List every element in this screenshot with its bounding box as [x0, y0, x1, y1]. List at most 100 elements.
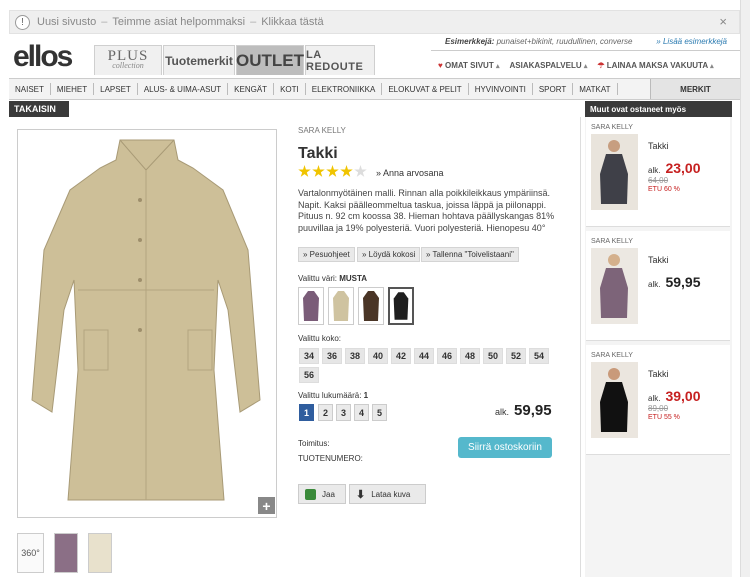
rating-stars — [298, 165, 368, 179]
menu-item-hyvinvointi[interactable]: HYVINVOINTI — [469, 83, 533, 95]
size-36[interactable]: 36 — [322, 348, 342, 364]
chevron-icon: ▴ — [710, 63, 714, 70]
recommended-item[interactable]: SARA KELLY Takki alk. 23,00 64,00 ETU 60 … — [586, 117, 730, 227]
rec-price-value: 39,00 — [665, 388, 701, 404]
notice-separator: – — [101, 16, 108, 28]
rec-image[interactable] — [591, 248, 638, 324]
close-icon[interactable]: × — [719, 14, 727, 29]
back-button[interactable]: TAKAISIN — [9, 101, 69, 117]
product-title: Takki — [298, 145, 338, 162]
menu-item-koti[interactable]: KOTI — [274, 83, 306, 95]
thumbnail-model[interactable] — [54, 533, 78, 573]
qty-3[interactable]: 3 — [336, 404, 351, 421]
size-54[interactable]: 54 — [529, 348, 549, 364]
tab-la-redoute[interactable]: LA REDOUTE — [305, 45, 375, 75]
page-scrollbar[interactable] — [740, 0, 750, 577]
more-examples-link[interactable]: » Lisää esimerkkejä — [656, 37, 727, 46]
notice-click-here-link[interactable]: Klikkaa tästä — [261, 16, 323, 28]
rec-price: alk. 39,00 — [648, 388, 701, 404]
color-swatch-black[interactable] — [388, 287, 414, 325]
find-size-button[interactable]: » Löydä kokosi — [357, 247, 421, 262]
size-56[interactable]: 56 — [299, 367, 319, 383]
share-button[interactable]: Jaa — [298, 484, 346, 504]
umbrella-icon: ☂ — [597, 61, 605, 70]
download-image-button[interactable]: ⬇ Lataa kuva — [349, 484, 426, 504]
coat-swatch-icon — [303, 291, 319, 321]
washing-instructions-button[interactable]: » Pesuohjeet — [298, 247, 355, 262]
tab-plus-sub: collection — [112, 60, 144, 70]
size-46[interactable]: 46 — [437, 348, 457, 364]
link-lainaa-label: LAINAA MAKSA VAKUUTA — [606, 61, 708, 70]
color-swatch-brown[interactable] — [358, 287, 384, 325]
rec-price: alk. 23,00 — [648, 160, 701, 176]
chevron-icon: ▴ — [495, 63, 500, 70]
rec-image[interactable] — [591, 362, 638, 438]
star-icon — [340, 165, 353, 177]
thumbnail-coat[interactable] — [88, 533, 112, 573]
rec-brand: SARA KELLY — [591, 238, 633, 245]
recommended-item[interactable]: SARA KELLY Takki alk. 59,95 — [586, 231, 730, 341]
menu-brands-button[interactable]: MERKIT — [650, 79, 740, 99]
top-links: ♥ OMAT SIVUT ▴ ASIAKASPALVELU ▴ ☂ LAINAA… — [438, 61, 748, 75]
tab-tuotemerkit[interactable]: Tuotemerkit — [163, 45, 235, 75]
tab-plus-collection[interactable]: PLUS collection — [94, 45, 162, 75]
qty-label-text: Valittu lukumäärä: — [298, 391, 362, 400]
size-50[interactable]: 50 — [483, 348, 503, 364]
qty-4[interactable]: 4 — [354, 404, 369, 421]
category-menu: NAISET MIEHET LAPSET ALUS- & UIMA-ASUT K… — [9, 78, 740, 100]
size-38[interactable]: 38 — [345, 348, 365, 364]
product-brand[interactable]: SARA KELLY — [298, 126, 346, 135]
rec-image[interactable] — [591, 134, 638, 210]
notice-separator-2: – — [250, 16, 257, 28]
color-label-text: Valittu väri: — [298, 274, 337, 283]
ellos-logo[interactable]: ellos — [13, 40, 91, 76]
qty-2[interactable]: 2 — [318, 404, 333, 421]
size-48[interactable]: 48 — [460, 348, 480, 364]
rec-price-value: 59,95 — [665, 274, 701, 290]
link-lainaa[interactable]: ☂ LAINAA MAKSA VAKUUTA ▴ — [597, 61, 713, 75]
search-field[interactable]: Esimerkkejä: punaiset+bikinit, ruudullin… — [431, 37, 741, 51]
save-wishlist-button[interactable]: » Tallenna "Toivelistaani" — [421, 247, 519, 262]
qty-1[interactable]: 1 — [299, 404, 314, 421]
menu-item-kengat[interactable]: KENGÄT — [228, 83, 275, 95]
search-examples: punaiset+bikinit, ruudullinen, converse — [496, 37, 633, 46]
menu-item-lapset[interactable]: LAPSET — [94, 83, 138, 95]
heart-icon: ♥ — [438, 61, 443, 70]
notice-new-site[interactable]: Uusi sivusto — [37, 16, 96, 28]
tab-outlet[interactable]: OUTLET — [236, 45, 304, 75]
size-52[interactable]: 52 — [506, 348, 526, 364]
add-to-cart-button[interactable]: Siirrä ostoskoriin — [458, 437, 552, 458]
chevron-icon: ▴ — [583, 63, 588, 70]
link-omat-sivut[interactable]: ♥ OMAT SIVUT ▴ — [438, 61, 499, 75]
size-34[interactable]: 34 — [299, 348, 319, 364]
zoom-button[interactable]: + — [258, 497, 275, 514]
menu-item-sport[interactable]: SPORT — [533, 83, 574, 95]
size-44[interactable]: 44 — [414, 348, 434, 364]
color-swatch-lilac[interactable] — [298, 287, 324, 325]
download-icon: ⬇ — [356, 488, 366, 501]
share-label: Jaa — [322, 489, 335, 499]
rec-discount: ETU 55 % — [648, 414, 680, 421]
rate-link[interactable]: » Anna arvosana — [376, 168, 444, 178]
menu-item-elokuvat-pelit[interactable]: ELOKUVAT & PELIT — [382, 83, 469, 95]
rec-price-prefix: alk. — [648, 394, 661, 403]
menu-item-elektroniikka[interactable]: ELEKTRONIIKKA — [306, 83, 383, 95]
tab-plus-label: PLUS — [107, 47, 149, 64]
notice-bar: ! Uusi sivusto – Teimme asiat helpommaks… — [9, 10, 740, 34]
menu-item-alus-uima-asut[interactable]: ALUS- & UIMA-ASUT — [138, 83, 229, 95]
rec-price-value: 23,00 — [665, 160, 701, 176]
product-image[interactable] — [17, 129, 277, 518]
thumbnail-360[interactable]: 360° — [17, 533, 44, 573]
size-42[interactable]: 42 — [391, 348, 411, 364]
menu-item-miehet[interactable]: MIEHET — [51, 83, 95, 95]
menu-item-matkat[interactable]: MATKAT — [573, 83, 618, 95]
sidebar-title: Muut ovat ostaneet myös — [585, 101, 732, 117]
rec-discount: ETU 60 % — [648, 186, 680, 193]
rec-price: alk. 59,95 — [648, 274, 701, 290]
size-40[interactable]: 40 — [368, 348, 388, 364]
link-asiakaspalvelu[interactable]: ASIAKASPALVELU ▴ — [509, 61, 587, 75]
menu-item-naiset[interactable]: NAISET — [9, 83, 51, 95]
color-swatch-beige[interactable] — [328, 287, 354, 325]
qty-5[interactable]: 5 — [372, 404, 387, 421]
recommended-item[interactable]: SARA KELLY Takki alk. 39,00 89,00 ETU 55 … — [586, 345, 730, 455]
